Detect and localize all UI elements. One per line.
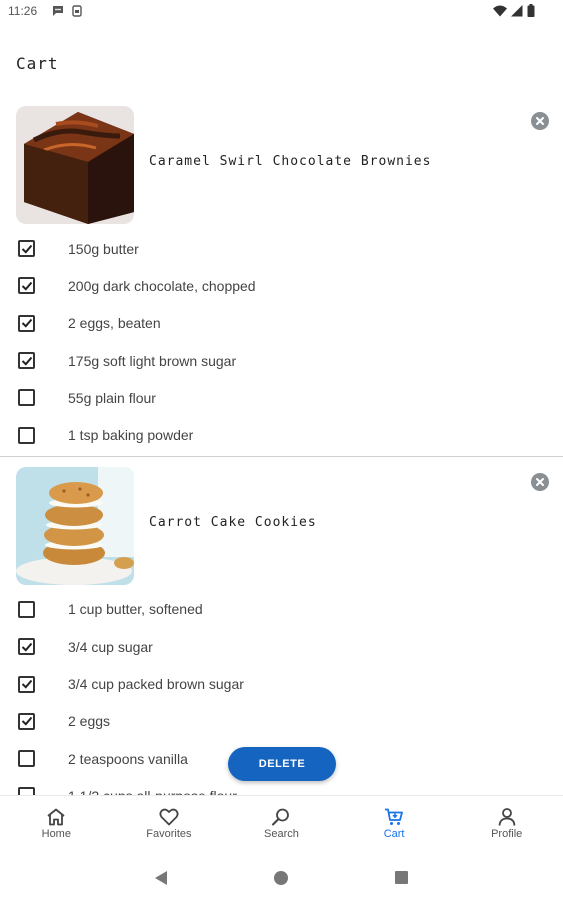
ingredient-checkbox[interactable] <box>18 600 35 618</box>
remove-recipe-button[interactable] <box>531 472 549 491</box>
signal-icon <box>511 4 523 16</box>
ingredient-checkbox[interactable] <box>18 352 35 370</box>
ingredient-row[interactable]: 2 eggs, beaten <box>0 305 563 342</box>
ingredient-row[interactable]: 200g dark chocolate, chopped <box>0 267 563 304</box>
ingredient-label: 175g soft light brown sugar <box>68 352 237 369</box>
ingredient-checkbox[interactable] <box>18 750 35 768</box>
cart-list[interactable]: Caramel Swirl Chocolate Brownies 150g bu… <box>0 96 563 796</box>
ingredient-row[interactable]: 175g soft light brown sugar <box>0 342 563 379</box>
ingredient-label: 2 eggs, beaten <box>68 315 161 332</box>
checkmark-icon <box>21 319 32 328</box>
ingredient-checkbox[interactable] <box>18 314 35 332</box>
ingredient-label: 3/4 cup sugar <box>68 638 153 655</box>
recipe-card: Carrot Cake Cookies 1 cup butter, soften… <box>0 457 563 796</box>
home-circle-icon[interactable] <box>274 871 288 885</box>
status-left-icons <box>52 5 82 17</box>
ingredient-label: 150g butter <box>68 240 139 257</box>
nav-item-search[interactable]: Search <box>225 796 338 851</box>
ingredient-row[interactable]: 2 eggs <box>0 703 563 740</box>
ingredient-checkbox[interactable] <box>18 277 35 295</box>
person-icon <box>498 808 516 826</box>
cart-icon <box>385 808 403 825</box>
wifi-icon <box>493 5 507 16</box>
ingredient-checkbox[interactable] <box>18 240 35 258</box>
checkmark-icon <box>21 717 32 726</box>
nav-label: Favorites <box>146 828 192 840</box>
close-icon <box>536 117 544 125</box>
delete-button[interactable]: DELETE <box>228 747 336 781</box>
ingredient-checkbox[interactable] <box>18 426 35 444</box>
status-right-icons <box>493 4 535 17</box>
nav-item-cart[interactable]: Cart <box>338 796 451 851</box>
ingredient-label: 2 teaspoons vanilla <box>68 750 188 767</box>
ingredient-label: 1 tsp baking powder <box>68 427 194 444</box>
recipe-card: Caramel Swirl Chocolate Brownies 150g bu… <box>0 96 563 457</box>
cookies-photo <box>16 466 134 585</box>
ingredient-row[interactable]: 150g butter <box>0 230 563 267</box>
ingredient-row[interactable]: 1 tsp baking powder <box>0 416 563 453</box>
ingredient-checkbox[interactable] <box>18 638 35 656</box>
status-bar: 11:26 <box>0 0 563 24</box>
nav-item-favorites[interactable]: Favorites <box>113 796 226 851</box>
brownie-photo <box>16 106 134 224</box>
nav-label: Profile <box>491 828 523 840</box>
ingredient-label: 200g dark chocolate, chopped <box>68 277 256 294</box>
nav-label: Home <box>41 828 71 840</box>
checkmark-icon <box>21 244 32 254</box>
nav-label: Search <box>264 828 299 840</box>
ingredient-row[interactable]: 3/4 cup sugar <box>0 628 563 665</box>
ingredient-label: 2 eggs <box>68 713 111 730</box>
ingredient-checkbox[interactable] <box>18 389 35 407</box>
checkmark-icon <box>21 679 32 689</box>
sim-icon <box>72 5 82 17</box>
ingredient-checkbox[interactable] <box>18 675 35 693</box>
checkmark-icon <box>21 356 32 366</box>
ingredient-label: 3/4 cup packed brown sugar <box>68 676 244 693</box>
checkmark-icon <box>21 642 32 652</box>
remove-recipe-button[interactable] <box>531 112 549 130</box>
nav-label: Cart <box>383 828 405 840</box>
back-icon[interactable] <box>154 870 168 886</box>
system-nav-bar <box>0 851 563 900</box>
search-icon <box>272 808 290 826</box>
page-title: Cart <box>16 54 59 73</box>
status-time: 11:26 <box>8 4 38 18</box>
ingredient-label: 55g plain flour <box>68 389 156 406</box>
battery-icon <box>527 4 535 17</box>
nav-item-home[interactable]: Home <box>0 796 113 851</box>
recipe-title: Carrot Cake Cookies <box>149 514 317 530</box>
nav-item-profile[interactable]: Profile <box>450 796 563 851</box>
ingredient-row[interactable]: 3/4 cup packed brown sugar <box>0 665 563 702</box>
close-icon <box>536 477 544 486</box>
chat-notification-icon <box>53 6 63 16</box>
heart-icon <box>159 808 179 826</box>
bottom-nav: Home Favorites Search Cart Profile <box>0 795 563 851</box>
recipe-header: Caramel Swirl Chocolate Brownies <box>0 96 563 230</box>
checkmark-icon <box>21 281 32 291</box>
ingredient-row[interactable]: 55g plain flour <box>0 379 563 416</box>
ingredient-label: 1 cup butter, softened <box>68 601 203 618</box>
home-icon <box>47 808 65 826</box>
recipe-title: Caramel Swirl Chocolate Brownies <box>149 154 432 169</box>
recent-apps-icon[interactable] <box>395 871 408 884</box>
ingredient-checkbox[interactable] <box>18 712 35 730</box>
recipe-header: Carrot Cake Cookies <box>0 457 563 591</box>
ingredient-row[interactable]: 1 cup butter, softened <box>0 591 563 628</box>
